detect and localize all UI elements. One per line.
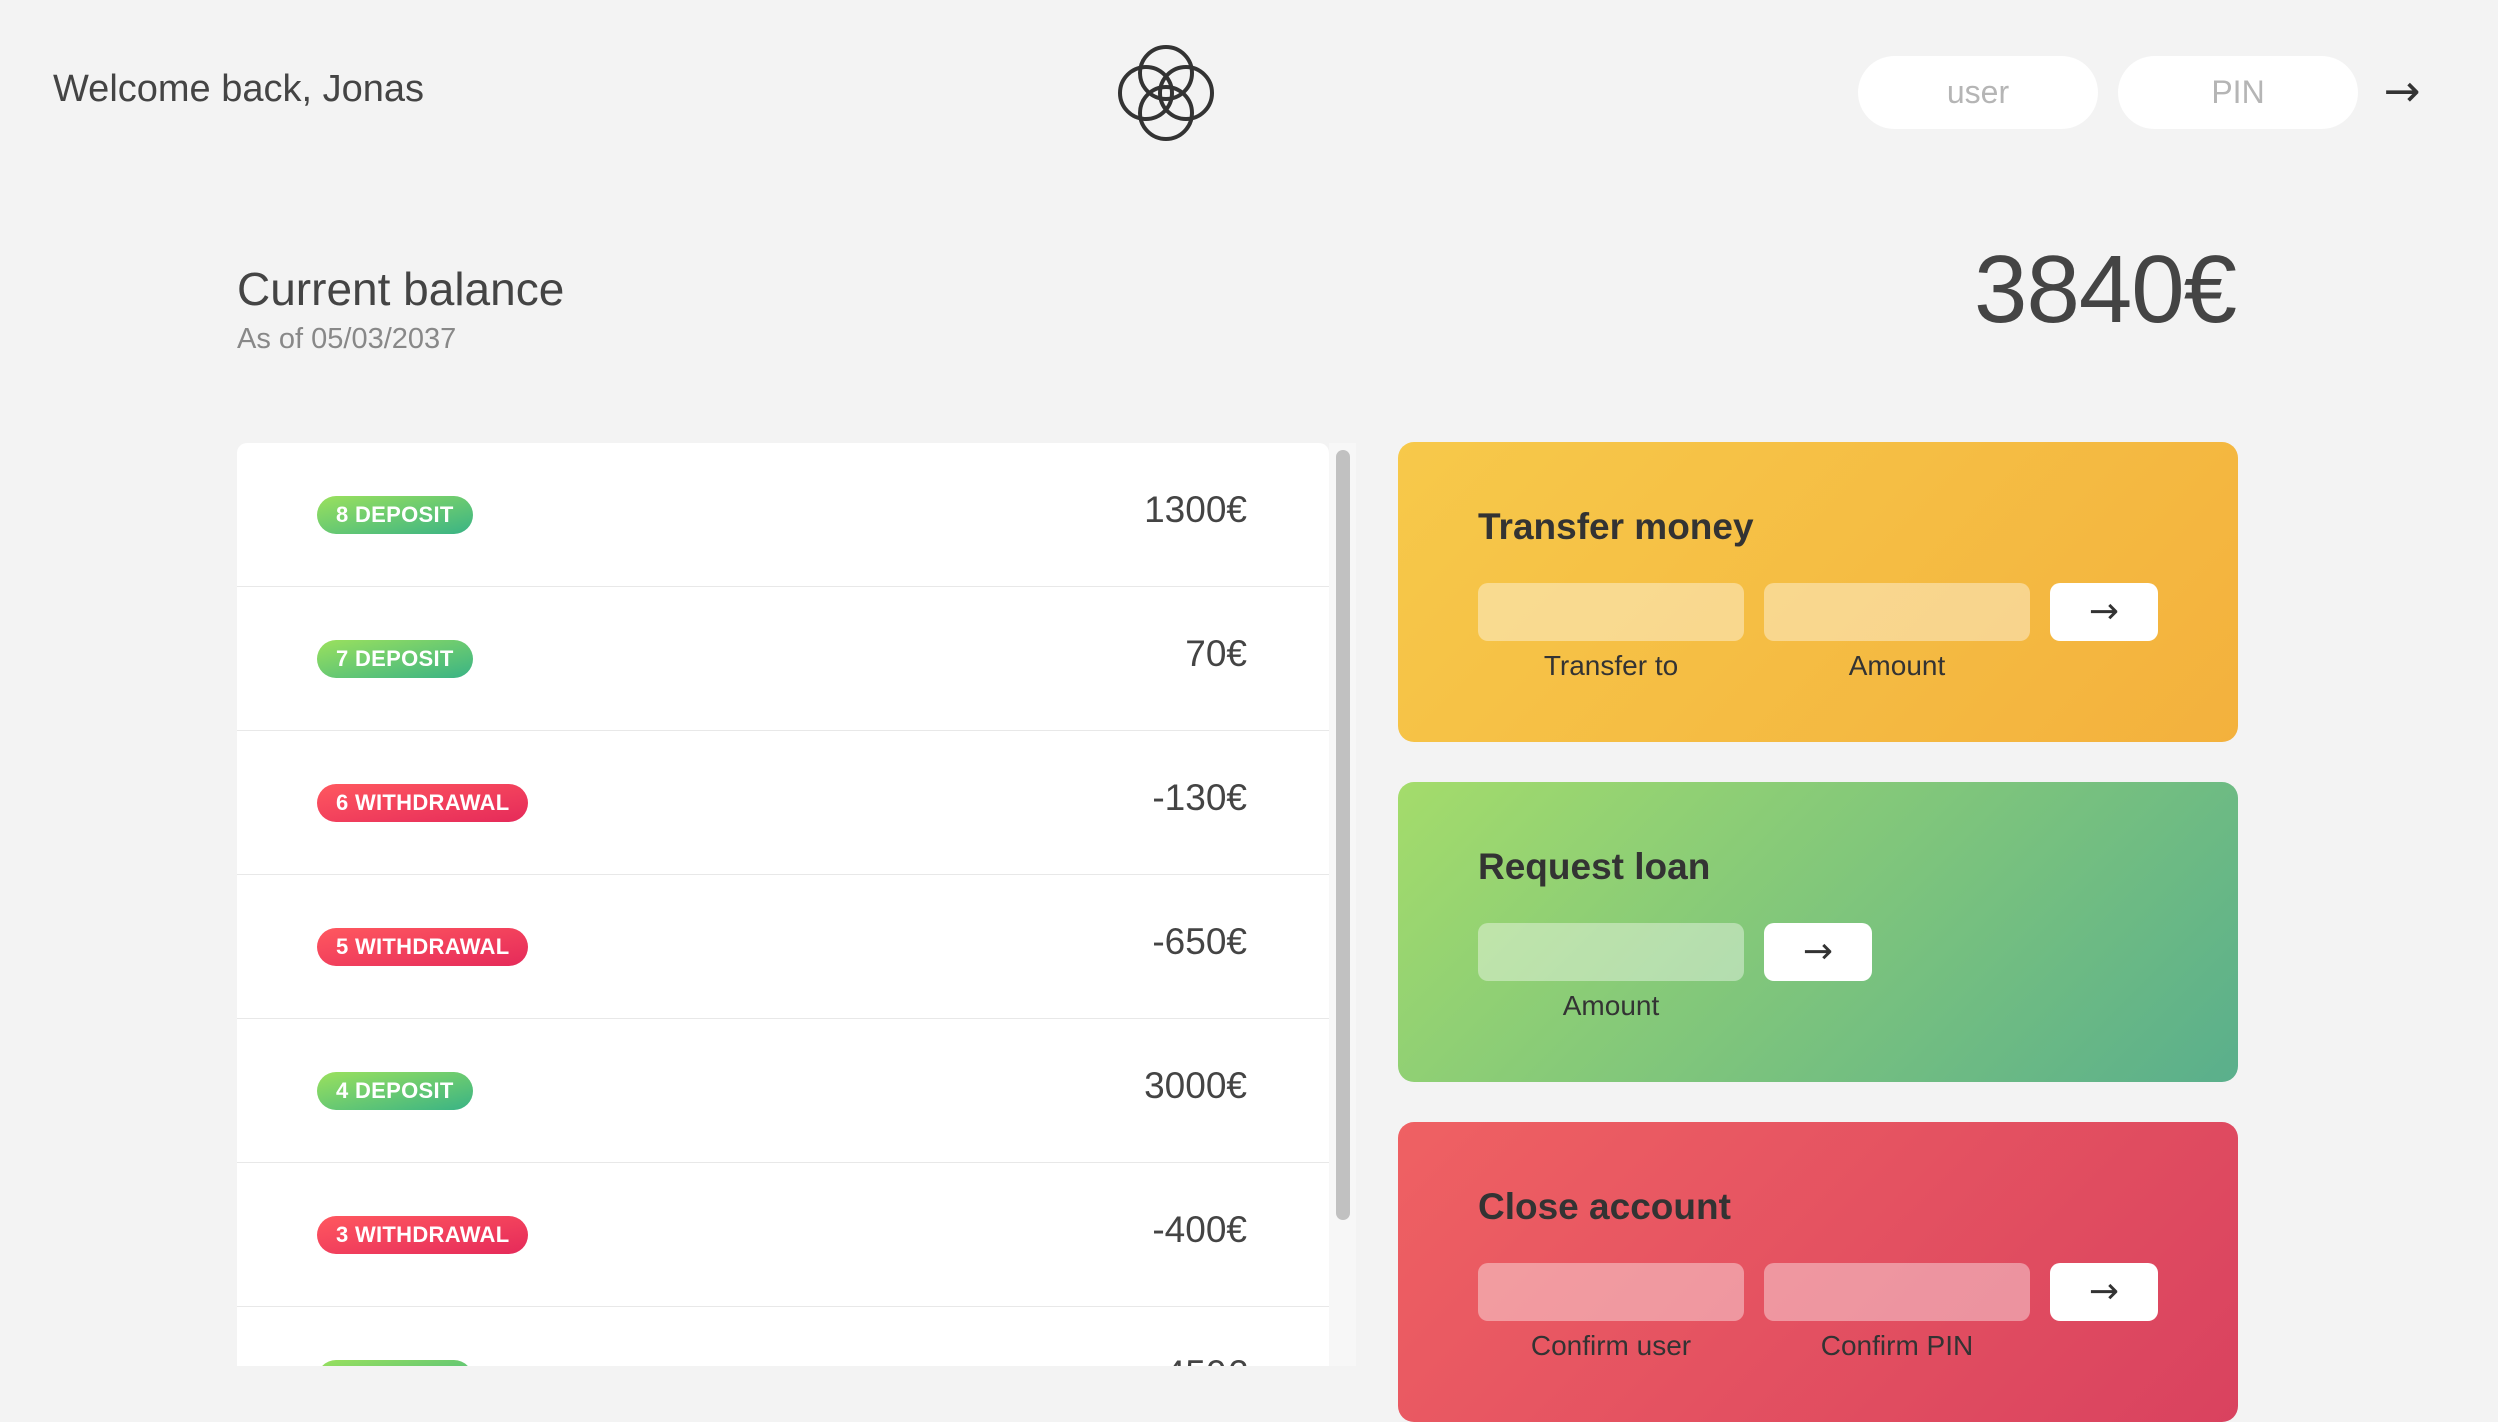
close-pin-label: Confirm PIN (1820, 1330, 1974, 1361)
movements-scrollbar-thumb[interactable] (1336, 450, 1350, 1220)
balance-label: Current balance (237, 263, 565, 315)
movement-value: -650€ (1152, 921, 1247, 962)
movement-row: 4 deposit 3000€ (237, 1019, 1329, 1163)
four-circles-logo-icon (1118, 45, 1214, 141)
balance-date: As of 05/03/2037 (237, 323, 457, 355)
transfer-amount-label: Amount (1848, 650, 1946, 681)
withdrawal-badge: 5 withdrawal (317, 928, 529, 966)
movement-row: 8 deposit 1300€ (237, 443, 1329, 587)
movement-value: -130€ (1152, 777, 1247, 818)
movement-row: 5 withdrawal -650€ (237, 875, 1329, 1019)
top-nav: Welcome back, Jonas → (0, 0, 2498, 190)
withdrawal-badge: 3 withdrawal (317, 1216, 529, 1254)
movement-value: 70€ (1185, 633, 1247, 674)
loan-title: Request loan (1478, 846, 1711, 887)
movement-row: 7 deposit 70€ (237, 587, 1329, 731)
balance-value: 3840€ (1974, 236, 2237, 343)
close-user-input[interactable] (1478, 1263, 1744, 1321)
close-user-label: Confirm user (1530, 1330, 1692, 1361)
close-pin-input[interactable] (1764, 1263, 2030, 1321)
movement-value: 1300€ (1144, 489, 1247, 530)
deposit-badge: 8 deposit (317, 496, 473, 534)
close-title: Close account (1478, 1186, 1731, 1227)
deposit-badge: 7 deposit (317, 640, 473, 678)
loan-amount-label: Amount (1562, 990, 1660, 1021)
movement-row: 2 deposit 450€ (237, 1307, 1329, 1366)
welcome-message: Welcome back, Jonas (53, 68, 425, 110)
login-pin-input[interactable] (2118, 56, 2358, 129)
request-loan-card: Request loan → Amount (1398, 782, 2238, 1082)
transfer-money-card: Transfer money → Transfer to Amount (1398, 442, 2238, 742)
deposit-badge: 2 deposit (317, 1360, 473, 1366)
close-account-card: Close account → Confirm user Confirm PIN (1398, 1122, 2238, 1422)
movement-value: -400€ (1152, 1209, 1247, 1250)
transfer-amount-input[interactable] (1764, 583, 2030, 641)
movement-row: 3 withdrawal -400€ (237, 1163, 1329, 1307)
movement-row: 6 withdrawal -130€ (237, 731, 1329, 875)
transfer-submit-button[interactable]: → (2050, 583, 2158, 641)
loan-submit-button[interactable]: → (1764, 923, 1872, 981)
login-arrow-button[interactable]: → (2372, 62, 2432, 122)
login-user-input[interactable] (1858, 56, 2098, 129)
loan-amount-input[interactable] (1478, 923, 1744, 981)
movements-list[interactable]: 8 deposit 1300€ 7 deposit 70€ 6 withdrawal -1… (237, 443, 1329, 1366)
close-submit-button[interactable]: → (2050, 1263, 2158, 1321)
withdrawal-badge: 6 withdrawal (317, 784, 529, 822)
transfer-to-input[interactable] (1478, 583, 1744, 641)
movement-value: 450€ (1165, 1353, 1247, 1366)
transfer-to-label: Transfer to (1543, 650, 1679, 681)
movement-value: 3000€ (1144, 1065, 1247, 1106)
transfer-title: Transfer money (1478, 506, 1754, 547)
deposit-badge: 4 deposit (317, 1072, 473, 1110)
